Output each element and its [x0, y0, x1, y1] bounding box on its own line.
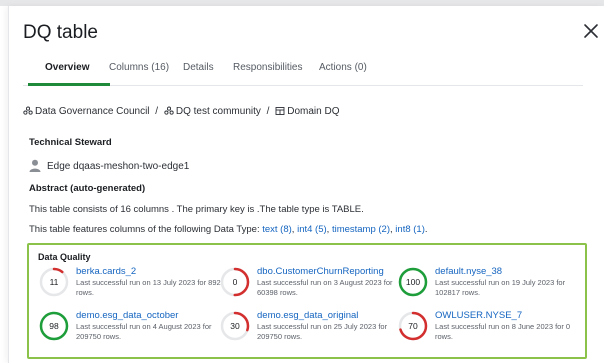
dq-item: 0 dbo.CustomerChurnReporting Last succes… [219, 266, 399, 306]
breadcrumb-label: Domain DQ [287, 106, 340, 117]
dq-asset-link[interactable]: demo.esg_data_original [257, 310, 358, 321]
score-value: 100 [405, 277, 421, 287]
abstract-line-1: This table consists of 16 columns . The … [29, 204, 364, 215]
score-value: 98 [49, 321, 59, 331]
data-type-link[interactable]: int8 (1) [395, 224, 425, 235]
dq-asset-link[interactable]: default.nyse_38 [435, 266, 502, 277]
dq-table-panel: DQ table Overview Columns (16) Details R… [8, 6, 604, 363]
tab-actions[interactable]: Actions (0) [319, 62, 367, 73]
data-type-link[interactable]: int4 (5) [297, 224, 327, 235]
close-icon [584, 24, 598, 38]
breadcrumb-item-domain[interactable]: Domain DQ [275, 106, 339, 117]
data-type-link[interactable]: timestamp (2) [332, 224, 390, 235]
dq-asset-link[interactable]: OWLUSER.NYSE_7 [435, 310, 522, 321]
domain-icon [275, 107, 285, 115]
tab-details[interactable]: Details [183, 62, 214, 73]
dq-item: 30 demo.esg_data_original Last successfu… [219, 310, 399, 350]
dq-item: 98 demo.esg_data_october Last successful… [38, 310, 218, 350]
dq-last-run: Last successful run on 25 July 2023 for … [257, 322, 388, 341]
breadcrumb-label: Data Governance Council [35, 106, 150, 117]
data-type-prefix: This table features columns of the follo… [29, 224, 260, 235]
tab-overview[interactable]: Overview [45, 62, 89, 73]
breadcrumb-separator: / [155, 106, 159, 117]
data-quality-section: Data Quality 11 berka.cards_2 Last succe… [27, 243, 587, 359]
person-icon [29, 159, 41, 172]
technical-steward: Edge dqaas-meshon-two-edge1 [29, 159, 189, 172]
dq-asset-link[interactable]: dbo.CustomerChurnReporting [257, 266, 384, 277]
dq-last-run: Last successful run on 3 August 2023 for… [257, 278, 393, 297]
dq-asset-link[interactable]: berka.cards_2 [76, 266, 136, 277]
dq-last-run: Last successful run on 8 June 2023 for 0… [435, 322, 571, 341]
dq-asset-link[interactable]: demo.esg_data_october [76, 310, 178, 321]
community-icon [23, 106, 33, 115]
close-button[interactable] [581, 20, 601, 42]
tab-bar: Overview Columns (16) Details Responsibi… [23, 52, 583, 86]
dq-last-run: Last successful run on 19 July 2023 for … [435, 278, 566, 297]
breadcrumb-item-community[interactable]: DQ test community [164, 106, 264, 117]
data-type-link[interactable]: text (8) [262, 224, 292, 235]
community-icon [164, 106, 174, 115]
score-value: 11 [49, 277, 59, 287]
dq-item: 100 default.nyse_38 Last successful run … [397, 266, 577, 306]
active-tab-indicator [28, 83, 110, 86]
dq-last-run: Last successful run on 4 August 2023 for… [76, 322, 212, 341]
score-value: 0 [232, 277, 238, 287]
data-quality-heading: Data Quality [38, 252, 91, 262]
abstract-line-2: This table features columns of the follo… [29, 224, 428, 235]
breadcrumb-label: DQ test community [175, 106, 261, 117]
dq-last-run: Last successful run on 13 July 2023 for … [76, 278, 221, 297]
dq-item: 70 OWLUSER.NYSE_7 Last successful run on… [397, 310, 577, 350]
score-value: 30 [230, 321, 240, 331]
dq-item: 11 berka.cards_2 Last successful run on … [38, 266, 221, 306]
tab-responsibilities[interactable]: Responsibilities [233, 62, 302, 73]
panel-title: DQ table [23, 22, 98, 43]
steward-name[interactable]: Edge dqaas-meshon-two-edge1 [47, 161, 189, 172]
tab-columns[interactable]: Columns (16) [109, 62, 169, 73]
breadcrumb-separator: / [266, 106, 270, 117]
data-type-suffix: . [424, 224, 428, 235]
abstract-heading: Abstract (auto-generated) [29, 183, 146, 194]
score-value: 70 [408, 321, 418, 331]
breadcrumb: Data Governance Council / DQ test commun… [23, 106, 339, 117]
technical-steward-heading: Technical Steward [29, 137, 112, 148]
breadcrumb-item-governance[interactable]: Data Governance Council [23, 106, 152, 117]
